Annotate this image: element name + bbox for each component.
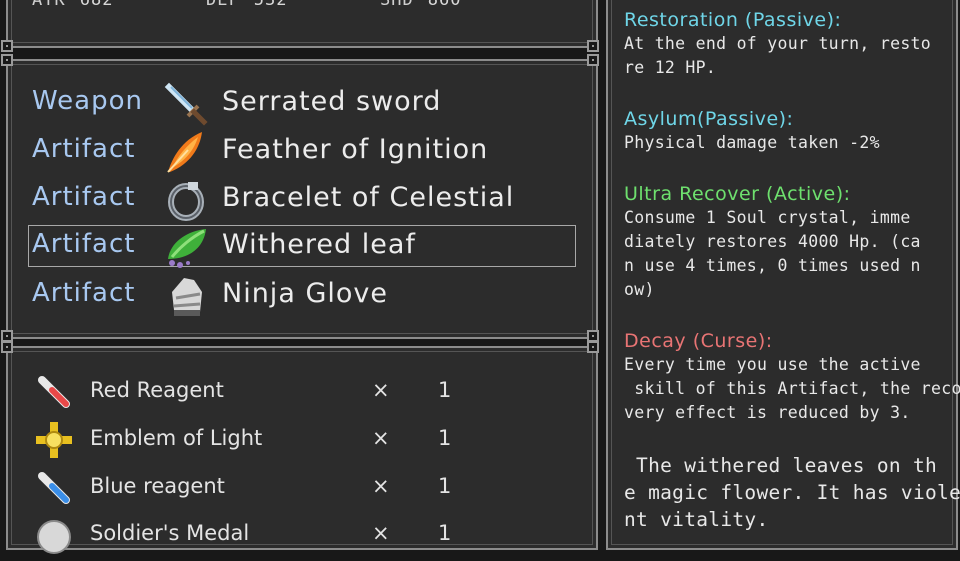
equipment-row-artifact-4[interactable]: Artifact Ninja Glove xyxy=(28,274,576,316)
equipment-slot-label: Artifact xyxy=(32,134,136,164)
multiply-sign: × xyxy=(372,474,390,498)
inventory-item-quantity: 1 xyxy=(438,378,452,402)
equipment-row-weapon[interactable]: Weapon Serrated sword xyxy=(28,82,576,126)
corner-ornament xyxy=(1,54,13,66)
stat-def: DEF 532 xyxy=(206,0,287,10)
stat-label: DEF xyxy=(206,0,240,10)
equipment-item-name: Withered leaf xyxy=(222,229,416,260)
skill-description: At the end of your turn, resto re 12 HP. xyxy=(624,34,932,77)
equipment-item-name: Bracelet of Celestial xyxy=(222,182,515,213)
withered-leaf-icon xyxy=(168,229,206,268)
serrated-sword-icon xyxy=(164,82,208,126)
inventory-item-name: Red Reagent xyxy=(90,378,224,402)
inventory-item-name: Emblem of Light xyxy=(90,426,263,450)
inventory-item[interactable]: Emblem of Light × 1 xyxy=(30,418,470,466)
emblem-of-light-icon xyxy=(36,422,72,458)
equipment-row-artifact-2[interactable]: Artifact Bracelet of Celestial xyxy=(28,178,576,221)
inventory-item[interactable]: Blue reagent × 1 xyxy=(30,466,470,514)
equipment-row-artifact-1[interactable]: Artifact Feather of Ignition xyxy=(28,130,576,173)
stat-value: 860 xyxy=(427,0,462,10)
multiply-sign: × xyxy=(372,378,390,402)
inventory-item[interactable]: Red Reagent × 1 xyxy=(30,370,470,418)
skill-title: Ultra Recover (Active): xyxy=(624,183,851,205)
stats-panel: ATK 682 DEF 532 SHD 860 xyxy=(6,0,598,48)
equipment-slot-label: Weapon xyxy=(32,86,144,116)
stat-value: 532 xyxy=(253,0,288,10)
item-lore-text: The withered leaves on th e magic flower… xyxy=(624,454,960,531)
inventory-item-quantity: 1 xyxy=(438,521,452,545)
corner-ornament xyxy=(587,40,599,52)
inventory-item-name: Blue reagent xyxy=(90,474,225,498)
multiply-sign: × xyxy=(372,426,390,450)
soldiers-medal-icon xyxy=(37,520,71,554)
equipment-item-name: Ninja Glove xyxy=(222,278,388,309)
bracelet-icon xyxy=(168,182,204,221)
equipment-item-name: Feather of Ignition xyxy=(222,134,489,165)
corner-ornament xyxy=(1,341,13,353)
skill-description: Physical damage taken -2% xyxy=(624,133,880,152)
corner-ornament xyxy=(1,40,13,52)
stat-label: SHD xyxy=(380,0,414,10)
stat-shd: SHD 860 xyxy=(380,0,461,10)
equipment-item-name: Serrated sword xyxy=(222,86,442,117)
stat-label: ATK xyxy=(32,0,66,10)
ninja-glove-icon xyxy=(172,278,202,316)
stat-atk: ATK 682 xyxy=(32,0,113,10)
equipment-slot-label: Artifact xyxy=(32,229,136,259)
skill-ultra-recover: Ultra Recover (Active): Consume 1 Soul c… xyxy=(624,182,940,302)
multiply-sign: × xyxy=(372,521,390,545)
inventory-item[interactable]: Soldier's Medal × 1 xyxy=(30,513,470,561)
skill-asylum: Asylum(Passive): Physical damage taken -… xyxy=(624,107,940,155)
skill-title: Decay (Curse): xyxy=(624,330,773,352)
red-reagent-icon xyxy=(38,376,70,408)
feather-of-ignition-icon xyxy=(167,132,202,173)
skill-title: Restoration (Passive): xyxy=(624,9,842,31)
skill-restoration: Restoration (Passive): At the end of you… xyxy=(624,8,940,80)
skill-title: Asylum(Passive): xyxy=(624,108,794,130)
corner-ornament xyxy=(587,341,599,353)
inventory-item-quantity: 1 xyxy=(438,474,452,498)
skill-description: Consume 1 Soul crystal, imme diately res… xyxy=(624,208,921,299)
equipment-row-artifact-3-selected[interactable]: Artifact Withered leaf xyxy=(28,225,576,268)
equipment-slot-label: Artifact xyxy=(32,278,136,308)
inventory-item-quantity: 1 xyxy=(438,426,452,450)
corner-ornament xyxy=(587,54,599,66)
equipment-slot-label: Artifact xyxy=(32,182,136,212)
inventory-item-name: Soldier's Medal xyxy=(90,521,250,545)
skill-decay: Decay (Curse): Every time you use the ac… xyxy=(624,329,960,425)
stat-value: 682 xyxy=(79,0,114,10)
skill-description: Every time you use the active skill of t… xyxy=(624,355,960,422)
blue-reagent-icon xyxy=(38,472,70,504)
